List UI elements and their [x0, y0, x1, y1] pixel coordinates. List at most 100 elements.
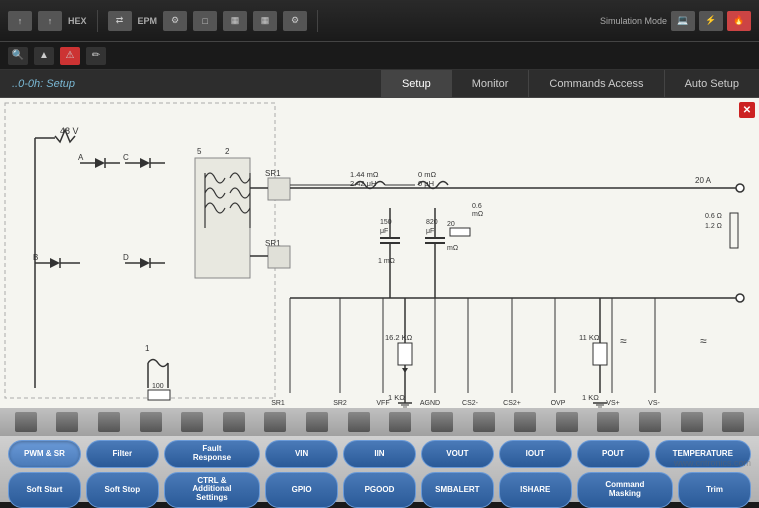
btn-smbalert[interactable]: SMBALERT — [421, 472, 494, 508]
svg-text:1 KΩ: 1 KΩ — [388, 393, 405, 402]
term-conn-gpio[interactable] — [514, 412, 536, 432]
btn-fault-response[interactable]: FaultResponse — [164, 440, 260, 468]
svg-text:VS+: VS+ — [606, 400, 619, 407]
svg-text:0.6 Ω: 0.6 Ω — [705, 213, 722, 220]
schematic-area: ✕ Input iCoupler /Drive Transformer& Dri… — [0, 98, 759, 408]
svg-text:A: A — [78, 153, 84, 162]
term-conn-iin[interactable] — [181, 412, 203, 432]
hex-label: HEX — [68, 16, 87, 26]
term-conn-vin[interactable] — [140, 412, 162, 432]
toolbar-separator-2 — [317, 10, 318, 32]
svg-text:D: D — [123, 253, 129, 262]
toolbar-settings[interactable]: ⚙ — [283, 11, 307, 31]
btn-ishare[interactable]: ISHARE — [499, 472, 572, 508]
svg-text:1 KΩ: 1 KΩ — [582, 393, 599, 402]
nav-items: Setup Monitor Commands Access Auto Setup — [87, 70, 759, 98]
svg-text:≈: ≈ — [700, 334, 707, 348]
btn-gpio[interactable]: GPIO — [265, 472, 338, 508]
btn-row-2: Soft Start Soft Stop CTRL &AdditionalSet… — [8, 472, 751, 508]
term-conn-temp[interactable] — [348, 412, 370, 432]
svg-text:820: 820 — [426, 219, 438, 226]
svg-text:CS1: CS1 — [208, 407, 223, 408]
toolbar-epm[interactable]: ⇄ — [108, 11, 132, 31]
svg-text:CS2-: CS2- — [462, 400, 479, 407]
sim-mode-label: Simulation Mode — [600, 16, 667, 26]
term-conn-cmd-mask[interactable] — [681, 412, 703, 432]
svg-text:16.2 KΩ: 16.2 KΩ — [385, 333, 413, 342]
term-conn-fault[interactable] — [98, 412, 120, 432]
svg-text:SR2: SR2 — [333, 400, 347, 407]
term-conn-ishare[interactable] — [639, 412, 661, 432]
btn-iout[interactable]: IOUT — [499, 440, 572, 468]
btn-filter[interactable]: Filter — [86, 440, 159, 468]
term-conn-filter[interactable] — [56, 412, 78, 432]
btn-pwm-sr[interactable]: PWM & SR — [8, 440, 81, 468]
svg-text:100: 100 — [152, 383, 164, 390]
svg-text:2.42 μH: 2.42 μH — [350, 179, 376, 188]
btn-row-1: PWM & SR Filter FaultResponse VIN IIN VO… — [8, 440, 751, 468]
term-conn-pwm[interactable] — [15, 412, 37, 432]
terminal-connectors-bar — [0, 408, 759, 436]
btn-command-masking[interactable]: CommandMasking — [577, 472, 673, 508]
nav-commands-access[interactable]: Commands Access — [528, 70, 663, 98]
svg-text:1: 1 — [145, 344, 150, 353]
term-conn-pgood[interactable] — [556, 412, 578, 432]
svg-text:1 mΩ: 1 mΩ — [378, 258, 395, 265]
btn-vout[interactable]: VOUT — [421, 440, 494, 468]
svg-text:AGND: AGND — [420, 400, 440, 407]
svg-text:1.2 Ω: 1.2 Ω — [705, 223, 722, 230]
term-conn-trim[interactable] — [722, 412, 744, 432]
nav-setup[interactable]: Setup — [381, 70, 451, 98]
toolbar-icon-2[interactable]: ↑ — [38, 11, 62, 31]
breadcrumb: ..0-0h: Setup — [0, 78, 87, 90]
svg-text:1.44 mΩ: 1.44 mΩ — [350, 170, 379, 179]
close-button[interactable]: ✕ — [739, 102, 755, 118]
toolbar-icon-1[interactable]: ↑ — [8, 11, 32, 31]
btn-trim[interactable]: Trim — [678, 472, 751, 508]
svg-text:0 mΩ: 0 mΩ — [418, 170, 437, 179]
svg-text:mΩ: mΩ — [472, 211, 483, 218]
nav-auto-setup[interactable]: Auto Setup — [664, 70, 759, 98]
svg-text:5: 5 — [197, 147, 202, 156]
sim-mode-icon-2[interactable]: ⚡ — [699, 11, 723, 31]
svg-text:OVP: OVP — [551, 400, 566, 407]
toolbar-icon-5[interactable]: ▦ — [223, 11, 247, 31]
toolbar-right-section: Simulation Mode 💻 ⚡ 🔥 — [600, 11, 751, 31]
svg-text:μF: μF — [380, 228, 388, 235]
toolbar-icon-3[interactable]: ⚙ — [163, 11, 187, 31]
btn-pout[interactable]: POUT — [577, 440, 650, 468]
btn-iin[interactable]: IIN — [343, 440, 416, 468]
toolbar2-icon-3[interactable]: ⚠ — [60, 47, 80, 65]
svg-text:VS-: VS- — [648, 400, 660, 407]
btn-ctrl-additional[interactable]: CTRL &AdditionalSettings — [164, 472, 260, 508]
toolbar2-icon-2[interactable]: ▲ — [34, 47, 54, 65]
btn-vin[interactable]: VIN — [265, 440, 338, 468]
toolbar2-icon-4[interactable]: ✏ — [86, 47, 106, 65]
toolbar2-search[interactable]: 🔍 — [8, 47, 28, 65]
term-conn-soft-start[interactable] — [389, 412, 411, 432]
toolbar-row2: 🔍 ▲ ⚠ ✏ — [0, 42, 759, 70]
main-toolbar: ↑ ↑ HEX ⇄ EPM ⚙ □ ▦ ▦ ⚙ Simulation Mode … — [0, 0, 759, 42]
toolbar-icon-6[interactable]: ▦ — [253, 11, 277, 31]
btn-soft-start[interactable]: Soft Start — [8, 472, 81, 508]
bottom-buttons-area: PWM & SR Filter FaultResponse VIN IIN VO… — [0, 436, 759, 502]
svg-text:C: C — [123, 153, 129, 162]
svg-text:VFF: VFF — [376, 400, 389, 407]
watermark: www.cntronics.com — [674, 458, 751, 468]
term-conn-pout[interactable] — [306, 412, 328, 432]
svg-text:2: 2 — [225, 147, 230, 156]
term-conn-iout[interactable] — [264, 412, 286, 432]
term-conn-soft-stop[interactable] — [431, 412, 453, 432]
sim-mode-icon-3[interactable]: 🔥 — [727, 11, 751, 31]
btn-soft-stop[interactable]: Soft Stop — [86, 472, 159, 508]
toolbar-icon-4[interactable]: □ — [193, 11, 217, 31]
sim-mode-icon-1[interactable]: 💻 — [671, 11, 695, 31]
term-conn-vout[interactable] — [223, 412, 245, 432]
svg-text:0 μH: 0 μH — [418, 179, 434, 188]
btn-pgood[interactable]: PGOOD — [343, 472, 416, 508]
term-conn-ctrl[interactable] — [473, 412, 495, 432]
nav-monitor[interactable]: Monitor — [451, 70, 529, 98]
svg-text:11 KΩ: 11 KΩ — [579, 333, 600, 342]
term-conn-smbalert[interactable] — [597, 412, 619, 432]
svg-text:μF: μF — [426, 228, 434, 235]
